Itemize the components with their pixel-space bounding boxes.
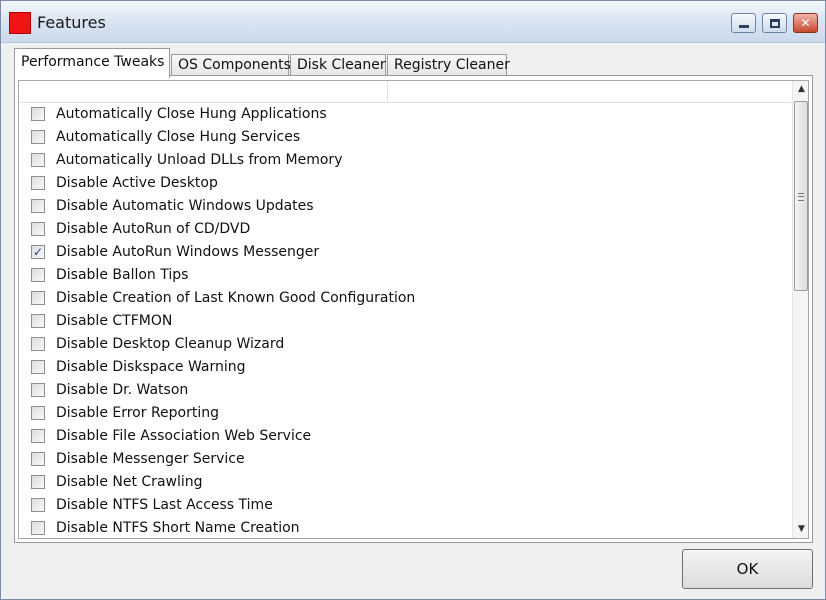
feature-checkbox[interactable] xyxy=(31,383,45,397)
features-window: Features ✕ Performance Tweaks OS Compone… xyxy=(0,0,826,600)
title-bar[interactable]: Features ✕ xyxy=(1,1,825,43)
feature-checkbox[interactable] xyxy=(31,406,45,420)
feature-label: Disable Dr. Watson xyxy=(56,382,189,398)
feature-label: Disable Creation of Last Known Good Conf… xyxy=(56,290,416,306)
feature-row[interactable]: Disable File Association Web Service xyxy=(19,425,791,448)
feature-checkbox[interactable] xyxy=(31,452,45,466)
ok-button[interactable]: OK xyxy=(682,549,813,589)
feature-checkbox[interactable] xyxy=(31,268,45,282)
feature-label: Disable AutoRun of CD/DVD xyxy=(56,221,251,237)
feature-row[interactable]: Automatically Close Hung Applications xyxy=(19,103,791,126)
feature-label: Disable Automatic Windows Updates xyxy=(56,198,314,214)
feature-row[interactable]: Disable CTFMON xyxy=(19,310,791,333)
feature-row[interactable]: Disable Net Crawling xyxy=(19,471,791,494)
feature-label: Disable NTFS Short Name Creation xyxy=(56,520,300,536)
feature-row[interactable]: Disable Error Reporting xyxy=(19,402,791,425)
feature-row[interactable]: Automatically Close Hung Services xyxy=(19,126,791,149)
feature-row[interactable]: Disable Ballon Tips xyxy=(19,264,791,287)
feature-row[interactable]: Disable Desktop Cleanup Wizard xyxy=(19,333,791,356)
feature-checkbox[interactable] xyxy=(31,291,45,305)
app-icon xyxy=(9,12,31,34)
feature-checkbox[interactable] xyxy=(31,153,45,167)
feature-label: Disable Active Desktop xyxy=(56,175,218,191)
checkmark-icon: ✓ xyxy=(32,245,44,259)
close-button[interactable]: ✕ xyxy=(793,13,818,33)
feature-checkbox[interactable] xyxy=(31,429,45,443)
feature-label: Disable AutoRun Windows Messenger xyxy=(56,244,320,260)
tab-panel: Automatically Close Hung Applications Aut… xyxy=(14,75,813,543)
feature-checkbox[interactable] xyxy=(31,176,45,190)
scroll-down-icon[interactable]: ▼ xyxy=(793,521,808,538)
grip-icon xyxy=(798,193,804,201)
minimize-button[interactable] xyxy=(731,13,756,33)
feature-checkbox[interactable] xyxy=(31,130,45,144)
maximize-button[interactable] xyxy=(762,13,787,33)
feature-checkbox[interactable] xyxy=(31,498,45,512)
feature-label: Disable Messenger Service xyxy=(56,451,245,467)
feature-label: Automatically Close Hung Applications xyxy=(56,106,327,122)
feature-rows: Automatically Close Hung Applications Aut… xyxy=(19,103,791,538)
feature-label: Disable NTFS Last Access Time xyxy=(56,497,273,513)
maximize-icon xyxy=(769,18,780,28)
feature-checkbox[interactable] xyxy=(31,199,45,213)
feature-label: Disable Desktop Cleanup Wizard xyxy=(56,336,285,352)
feature-row[interactable]: Automatically Unload DLLs from Memory xyxy=(19,149,791,172)
scroll-thumb[interactable] xyxy=(794,101,808,291)
feature-label: Disable File Association Web Service xyxy=(56,428,312,444)
feature-checkbox[interactable] xyxy=(31,314,45,328)
tab-performance-tweaks[interactable]: Performance Tweaks xyxy=(14,48,170,78)
feature-checkbox[interactable] xyxy=(31,107,45,121)
feature-label: Disable Error Reporting xyxy=(56,405,220,421)
feature-checkbox[interactable] xyxy=(31,222,45,236)
feature-checkbox[interactable] xyxy=(31,475,45,489)
list-header xyxy=(19,81,791,103)
feature-checkbox[interactable] xyxy=(31,360,45,374)
feature-row[interactable]: Disable Dr. Watson xyxy=(19,379,791,402)
scroll-up-icon[interactable]: ▲ xyxy=(793,81,808,98)
window-title: Features xyxy=(37,13,106,32)
feature-row[interactable]: Disable NTFS Short Name Creation xyxy=(19,517,791,538)
feature-row[interactable]: Disable Diskspace Warning xyxy=(19,356,791,379)
minimize-icon xyxy=(738,25,749,28)
feature-checkbox[interactable] xyxy=(31,521,45,535)
feature-row[interactable]: Disable Messenger Service xyxy=(19,448,791,471)
feature-row[interactable]: Disable AutoRun of CD/DVD xyxy=(19,218,791,241)
feature-label: Disable Net Crawling xyxy=(56,474,203,490)
feature-label: Disable CTFMON xyxy=(56,313,173,329)
column-divider[interactable] xyxy=(387,81,388,103)
client-area: Performance Tweaks OS Components Disk Cl… xyxy=(1,43,825,599)
feature-row[interactable]: Disable Active Desktop xyxy=(19,172,791,195)
vertical-scrollbar[interactable]: ▲ ▼ xyxy=(792,81,808,538)
feature-label: Automatically Close Hung Services xyxy=(56,129,301,145)
feature-checkbox[interactable]: ✓ xyxy=(31,245,45,259)
feature-row[interactable]: Disable Automatic Windows Updates xyxy=(19,195,791,218)
feature-label: Automatically Unload DLLs from Memory xyxy=(56,152,343,168)
feature-label: Disable Ballon Tips xyxy=(56,267,189,283)
feature-row[interactable]: Disable NTFS Last Access Time xyxy=(19,494,791,517)
feature-row[interactable]: Disable Creation of Last Known Good Conf… xyxy=(19,287,791,310)
feature-checkbox[interactable] xyxy=(31,337,45,351)
feature-row[interactable]: ✓ Disable AutoRun Windows Messenger xyxy=(19,241,791,264)
feature-label: Disable Diskspace Warning xyxy=(56,359,246,375)
close-icon: ✕ xyxy=(800,16,811,30)
feature-list: Automatically Close Hung Applications Aut… xyxy=(18,80,809,539)
